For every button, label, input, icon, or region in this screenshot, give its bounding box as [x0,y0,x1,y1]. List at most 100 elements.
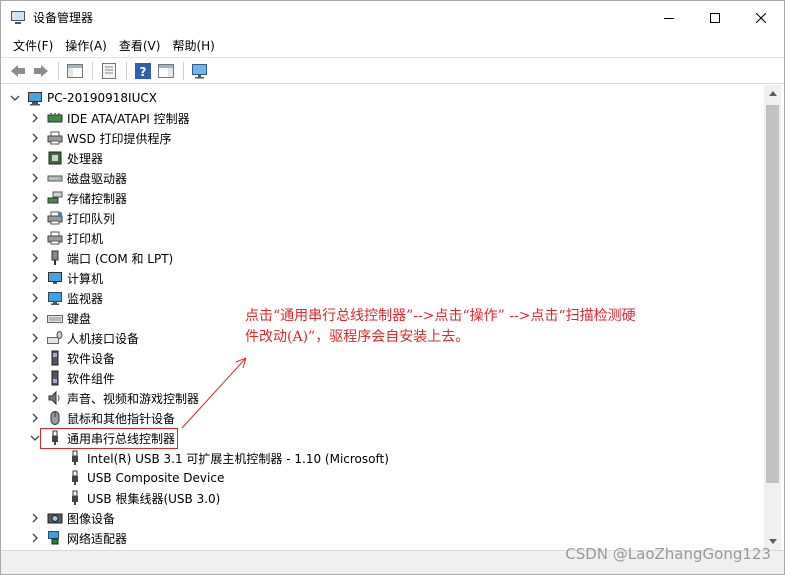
tree-category-label: 软件设备 [67,351,116,366]
tree-category-label: WSD 打印提供程序 [67,131,172,146]
menu-bar: 文件(F) 操作(A) 查看(V) 帮助(H) [1,34,784,56]
chevron-right-icon[interactable] [29,372,41,384]
chevron-right-icon[interactable] [29,412,41,424]
scrollbar-thumb[interactable] [766,105,779,483]
speaker-icon [47,390,63,406]
chevron-right-icon[interactable] [29,292,41,304]
tree-device-node[interactable]: USB Composite Device [61,468,224,488]
port-icon [47,250,63,266]
tree-device-label: Intel(R) USB 3.1 可扩展主机控制器 - 1.10 (Micros… [87,451,389,466]
tree-category-node[interactable]: 声音、视频和游戏控制器 [29,388,199,408]
action-pane-button[interactable] [155,60,177,82]
maximize-button[interactable] [692,1,738,34]
chevron-right-icon[interactable] [29,352,41,364]
tree-category-node[interactable]: 软件组件 [29,368,115,388]
toolbar-separator [92,61,93,80]
tree-category-label: 声音、视频和游戏控制器 [67,391,200,406]
tree-category-label: 键盘 [67,311,92,326]
chevron-right-icon[interactable] [29,312,41,324]
tree-root-node[interactable]: PC-20190918IUCX [9,88,157,108]
help-button[interactable]: ? [132,60,154,82]
toolbar-separator [126,61,127,80]
tree-category-node[interactable]: 软件设备 [29,348,115,368]
properties-icon [102,62,116,79]
annotation-text: 点击“通用串行总线控制器”-->点击“操作” -->点击“扫描检测硬 件改动(A… [245,306,745,348]
chevron-right-icon[interactable] [29,152,41,164]
chevron-right-icon[interactable] [29,212,41,224]
tree-category-label: 监视器 [67,291,104,306]
tree-category-node[interactable]: IDE ATA/ATAPI 控制器 [29,108,190,128]
scroll-up-button[interactable] [764,85,781,102]
tree-device-node[interactable]: USB 根集线器(USB 3.0) [61,488,220,508]
tree-category-node[interactable]: 键盘 [29,308,91,328]
action-pane-icon [158,63,174,78]
chevron-right-icon[interactable] [29,172,41,184]
toolbar: ? [1,57,784,84]
tree-category-node[interactable]: 处理器 [29,148,103,168]
chevron-down-icon[interactable] [29,432,41,444]
chevron-right-icon[interactable] [29,512,41,524]
properties-button[interactable] [98,60,120,82]
disk-drive-icon [47,170,63,186]
toolbar-separator [183,61,184,80]
tree-category-node[interactable]: 端口 (COM 和 LPT) [29,248,173,268]
chevron-right-icon[interactable] [29,392,41,404]
tree-category-node[interactable]: 监视器 [29,288,103,308]
tree-category-label: 端口 (COM 和 LPT) [67,251,174,266]
show-hide-console-tree-button[interactable] [64,60,86,82]
menu-help[interactable]: 帮助(H) [166,35,220,56]
scan-hardware-changes-button[interactable] [189,60,211,82]
back-arrow-icon [11,64,25,77]
monitor-scan-icon [192,63,207,78]
tree-category-label: 软件组件 [67,371,116,386]
tree-category-label: 存储控制器 [67,191,128,206]
tree-category-node[interactable]: 通用串行总线控制器 [29,427,179,449]
tree-category-node[interactable]: 磁盘驱动器 [29,168,127,188]
menu-action[interactable]: 操作(A) [59,35,113,56]
chevron-right-icon[interactable] [29,272,41,284]
chevron-right-icon[interactable] [29,532,41,544]
tree-category-node[interactable]: 网络适配器 [29,528,127,548]
tree-category-node[interactable]: 打印机 [29,228,103,248]
tree-category-node[interactable]: 人机接口设备 [29,328,139,348]
computer-icon [27,90,43,106]
svg-text:?: ? [140,65,147,79]
tree-category-label: 网络适配器 [67,531,128,546]
annotation-line-2: 件改动(A)”，驱程序会自安装上去。 [245,329,470,345]
tree-category-node[interactable]: 鼠标和其他指针设备 [29,408,175,428]
forward-button[interactable] [30,60,52,82]
tree-category-node[interactable]: 存储控制器 [29,188,127,208]
vertical-scrollbar[interactable] [764,85,781,550]
tree-category-label: 计算机 [67,271,104,286]
menu-file[interactable]: 文件(F) [7,35,59,56]
tree-category-node[interactable]: 计算机 [29,268,103,288]
chevron-right-icon[interactable] [29,132,41,144]
tree-category-node[interactable]: 打印队列 [29,208,115,228]
tree-category-label: 通用串行总线控制器 [67,431,176,446]
chevron-down-icon[interactable] [9,92,21,104]
tree-device-node[interactable]: Intel(R) USB 3.1 可扩展主机控制器 - 1.10 (Micros… [61,448,389,468]
chevron-right-icon[interactable] [29,192,41,204]
usb-icon [67,490,83,506]
title-bar[interactable]: 设备管理器 [1,1,784,34]
chevron-right-icon[interactable] [29,252,41,264]
tree-category-node[interactable]: 图像设备 [29,508,115,528]
tree-device-label: USB Composite Device [87,471,225,485]
toolbar-separator [58,61,59,80]
network-adapter-icon [47,530,63,546]
back-button[interactable] [7,60,29,82]
close-button[interactable] [738,1,784,34]
forward-arrow-icon [34,64,48,77]
tree-category-node[interactable]: WSD 打印提供程序 [29,128,172,148]
chevron-right-icon[interactable] [29,112,41,124]
chevron-right-icon[interactable] [29,232,41,244]
tree-category-label: 打印机 [67,231,104,246]
chevron-right-icon[interactable] [29,332,41,344]
minimize-button[interactable] [646,1,692,34]
tree-category-label: 图像设备 [67,511,116,526]
tree-device-label: USB 根集线器(USB 3.0) [87,491,221,506]
tree-root-label: PC-20190918IUCX [47,91,157,105]
tree-category-label: 磁盘驱动器 [67,171,128,186]
menu-view[interactable]: 查看(V) [113,35,167,56]
processor-icon [47,150,63,166]
